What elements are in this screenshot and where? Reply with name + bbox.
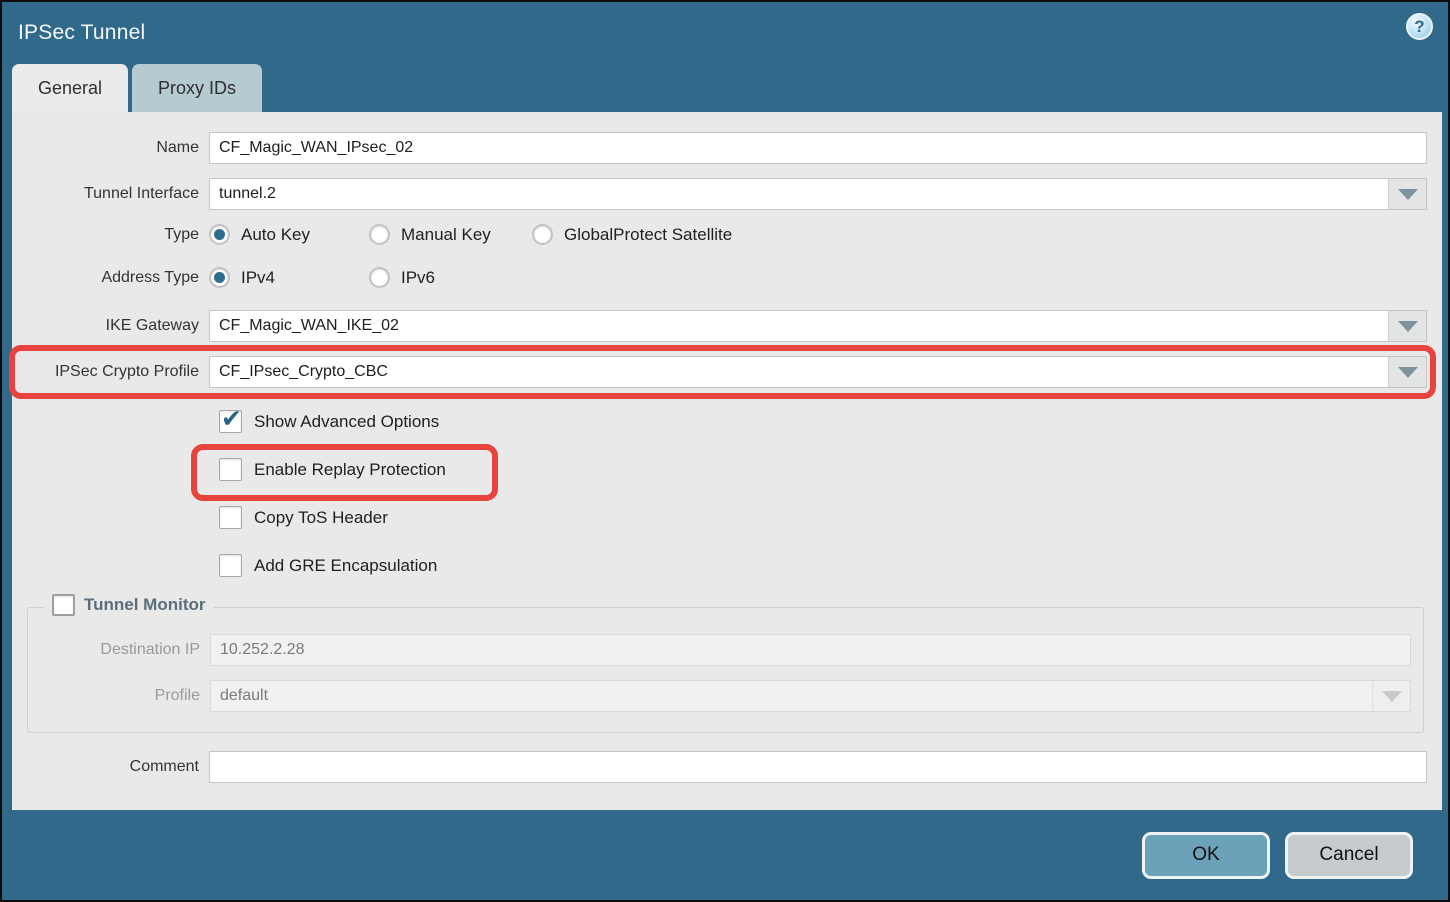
profile-row: Profile bbox=[28, 680, 1423, 712]
tunnel-monitor-legend[interactable]: Tunnel Monitor bbox=[44, 594, 214, 616]
type-row: Type Auto Key Manual Key GlobalProtect S… bbox=[12, 224, 1442, 245]
enable-replay-protection-row[interactable]: Enable Replay Protection bbox=[219, 458, 1442, 481]
help-icon[interactable]: ? bbox=[1406, 13, 1433, 40]
profile-input bbox=[211, 681, 1372, 711]
destination-ip-input bbox=[210, 634, 1411, 666]
tunnel-interface-row: Tunnel Interface bbox=[12, 178, 1442, 210]
dialog-footer: OK Cancel bbox=[2, 810, 1448, 900]
dialog-title: IPSec Tunnel bbox=[18, 21, 145, 45]
type-label: Type bbox=[12, 226, 209, 244]
ipsec-crypto-profile-dropdown-button[interactable] bbox=[1388, 357, 1426, 387]
tab-general[interactable]: General bbox=[12, 64, 128, 112]
show-advanced-options-row[interactable]: Show Advanced Options bbox=[219, 410, 1442, 433]
comment-input[interactable] bbox=[209, 751, 1427, 783]
copy-tos-header-row[interactable]: Copy ToS Header bbox=[219, 506, 1442, 529]
tunnel-interface-input[interactable] bbox=[210, 179, 1388, 209]
ike-gateway-input[interactable] bbox=[210, 311, 1388, 341]
radio-selected-icon bbox=[209, 267, 230, 288]
name-row: Name bbox=[12, 132, 1442, 164]
radio-unselected-icon bbox=[369, 224, 390, 245]
add-gre-encapsulation-row[interactable]: Add GRE Encapsulation bbox=[219, 554, 1442, 577]
ok-button[interactable]: OK bbox=[1142, 832, 1270, 879]
address-type-label: Address Type bbox=[12, 269, 209, 287]
ipsec-crypto-profile-input[interactable] bbox=[210, 357, 1388, 387]
tunnel-monitor-group: Tunnel Monitor Destination IP Profile bbox=[27, 607, 1424, 733]
ipsec-crypto-profile-combo bbox=[209, 356, 1427, 388]
radio-unselected-icon bbox=[532, 224, 553, 245]
ike-gateway-row: IKE Gateway bbox=[12, 310, 1442, 342]
profile-dropdown-button bbox=[1372, 681, 1410, 711]
radio-auto-key[interactable]: Auto Key bbox=[209, 224, 369, 245]
dialog-titlebar: IPSec Tunnel ? bbox=[2, 2, 1448, 64]
chevron-down-icon bbox=[1382, 691, 1402, 702]
profile-combo bbox=[210, 680, 1411, 712]
tab-bar: General Proxy IDs bbox=[2, 64, 1448, 112]
radio-globalprotect-satellite[interactable]: GlobalProtect Satellite bbox=[532, 224, 732, 245]
profile-label: Profile bbox=[28, 687, 210, 705]
tunnel-monitor-label: Tunnel Monitor bbox=[84, 595, 206, 615]
ike-gateway-dropdown-button[interactable] bbox=[1388, 311, 1426, 341]
name-label: Name bbox=[12, 139, 209, 157]
tab-proxy-ids[interactable]: Proxy IDs bbox=[132, 64, 262, 112]
comment-row: Comment bbox=[12, 751, 1442, 783]
general-tab-panel: Name Tunnel Interface Type bbox=[12, 112, 1442, 810]
chevron-down-icon bbox=[1398, 189, 1418, 200]
ike-gateway-combo bbox=[209, 310, 1427, 342]
ipsec-crypto-profile-row: IPSec Crypto Profile bbox=[12, 356, 1442, 388]
radio-manual-key[interactable]: Manual Key bbox=[369, 224, 532, 245]
checkbox-unchecked-icon[interactable] bbox=[219, 458, 242, 481]
address-type-row: Address Type IPv4 IPv6 bbox=[12, 267, 1442, 288]
radio-unselected-icon bbox=[369, 267, 390, 288]
destination-ip-label: Destination IP bbox=[28, 641, 210, 659]
ipsec-crypto-profile-label: IPSec Crypto Profile bbox=[12, 363, 209, 381]
checkbox-unchecked-icon[interactable] bbox=[219, 506, 242, 529]
comment-label: Comment bbox=[12, 758, 209, 776]
radio-selected-icon bbox=[209, 224, 230, 245]
checkbox-unchecked-icon[interactable] bbox=[219, 554, 242, 577]
chevron-down-icon bbox=[1398, 321, 1418, 332]
tunnel-interface-label: Tunnel Interface bbox=[12, 185, 209, 203]
ipsec-tunnel-dialog: IPSec Tunnel ? General Proxy IDs Name Tu… bbox=[0, 0, 1450, 902]
radio-ipv4[interactable]: IPv4 bbox=[209, 267, 369, 288]
checkbox-checked-icon[interactable] bbox=[219, 410, 242, 433]
name-input[interactable] bbox=[209, 132, 1427, 164]
ike-gateway-label: IKE Gateway bbox=[12, 317, 209, 335]
cancel-button[interactable]: Cancel bbox=[1285, 832, 1413, 879]
destination-ip-row: Destination IP bbox=[28, 634, 1423, 666]
tunnel-interface-combo bbox=[209, 178, 1427, 210]
checkbox-unchecked-icon[interactable] bbox=[52, 594, 75, 616]
tunnel-interface-dropdown-button[interactable] bbox=[1388, 179, 1426, 209]
chevron-down-icon bbox=[1398, 367, 1418, 378]
radio-ipv6[interactable]: IPv6 bbox=[369, 267, 435, 288]
